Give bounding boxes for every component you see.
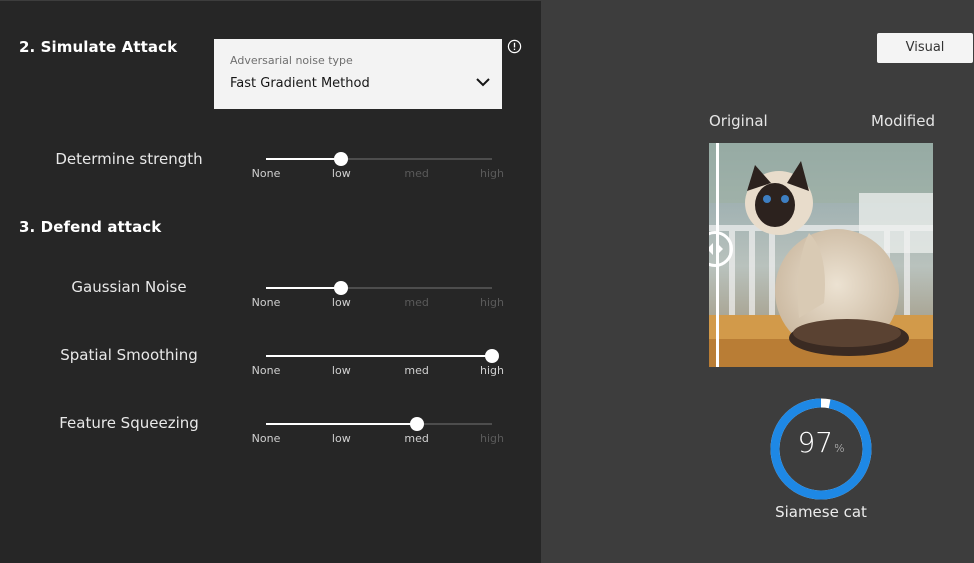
- slider-thumb[interactable]: [485, 349, 499, 363]
- slider-tick-none: None: [251, 167, 281, 180]
- strength-slider[interactable]: None low med high: [252, 151, 517, 181]
- slider-fill: [266, 287, 342, 289]
- slider-thumb[interactable]: [334, 152, 349, 166]
- noise-type-value: Fast Gradient Method: [230, 76, 370, 91]
- slider-fill: [266, 355, 492, 357]
- slider-tick-low: low: [331, 296, 351, 309]
- simulate-attack-title: 2. Simulate Attack: [19, 38, 178, 56]
- slider-tick-none: None: [251, 432, 281, 445]
- slider-tick-high: high: [480, 432, 504, 445]
- slider-tick-high: high: [480, 364, 504, 377]
- slider-tick-med: med: [404, 364, 429, 377]
- slider-tick-none: None: [251, 364, 281, 377]
- slider-fill: [266, 423, 417, 425]
- confidence-value: 97%: [770, 426, 872, 459]
- defend-attack-title: 3. Defend attack: [19, 218, 162, 236]
- original-label: Original: [709, 112, 768, 130]
- info-icon[interactable]: [507, 39, 522, 54]
- slider-tick-low: low: [331, 364, 351, 377]
- slider-tick-med: med: [404, 296, 429, 309]
- slider-tick-med: med: [404, 167, 429, 180]
- slider-tick-high: high: [480, 167, 504, 180]
- modified-label: Modified: [871, 112, 936, 130]
- slider-tick-low: low: [331, 432, 351, 445]
- slider-fill: [266, 158, 342, 160]
- chevron-down-icon: [476, 78, 490, 87]
- slider-tick-none: None: [251, 296, 281, 309]
- spatial-smoothing-slider[interactable]: None low med high: [252, 348, 517, 378]
- noise-type-dropdown[interactable]: Adversarial noise type Fast Gradient Met…: [214, 39, 502, 109]
- strength-label: Determine strength: [55, 150, 203, 168]
- gaussian-noise-slider[interactable]: None low med high: [252, 280, 517, 310]
- slider-tick-low: low: [331, 167, 351, 180]
- percent-sign: %: [834, 442, 845, 455]
- handle-arrows-icon: [709, 243, 723, 255]
- slider-tick-med: med: [404, 432, 429, 445]
- slider-thumb[interactable]: [334, 281, 349, 295]
- gaussian-noise-label: Gaussian Noise: [71, 278, 187, 296]
- slider-thumb[interactable]: [409, 417, 424, 431]
- feature-squeezing-slider[interactable]: None low med high: [252, 416, 517, 446]
- confidence-number: 97: [797, 426, 834, 459]
- slider-tick-high: high: [480, 296, 504, 309]
- visual-button[interactable]: Visual: [877, 33, 973, 63]
- cat-photo: [709, 143, 933, 367]
- compare-handle-icon[interactable]: [709, 231, 733, 267]
- spatial-smoothing-label: Spatial Smoothing: [60, 346, 198, 364]
- noise-type-label: Adversarial noise type: [230, 54, 353, 67]
- prediction-label: Siamese cat: [775, 503, 867, 521]
- controls-panel: 2. Simulate Attack Adversarial noise typ…: [0, 0, 541, 563]
- feature-squeezing-label: Feature Squeezing: [59, 414, 199, 432]
- comparison-image[interactable]: [709, 143, 933, 367]
